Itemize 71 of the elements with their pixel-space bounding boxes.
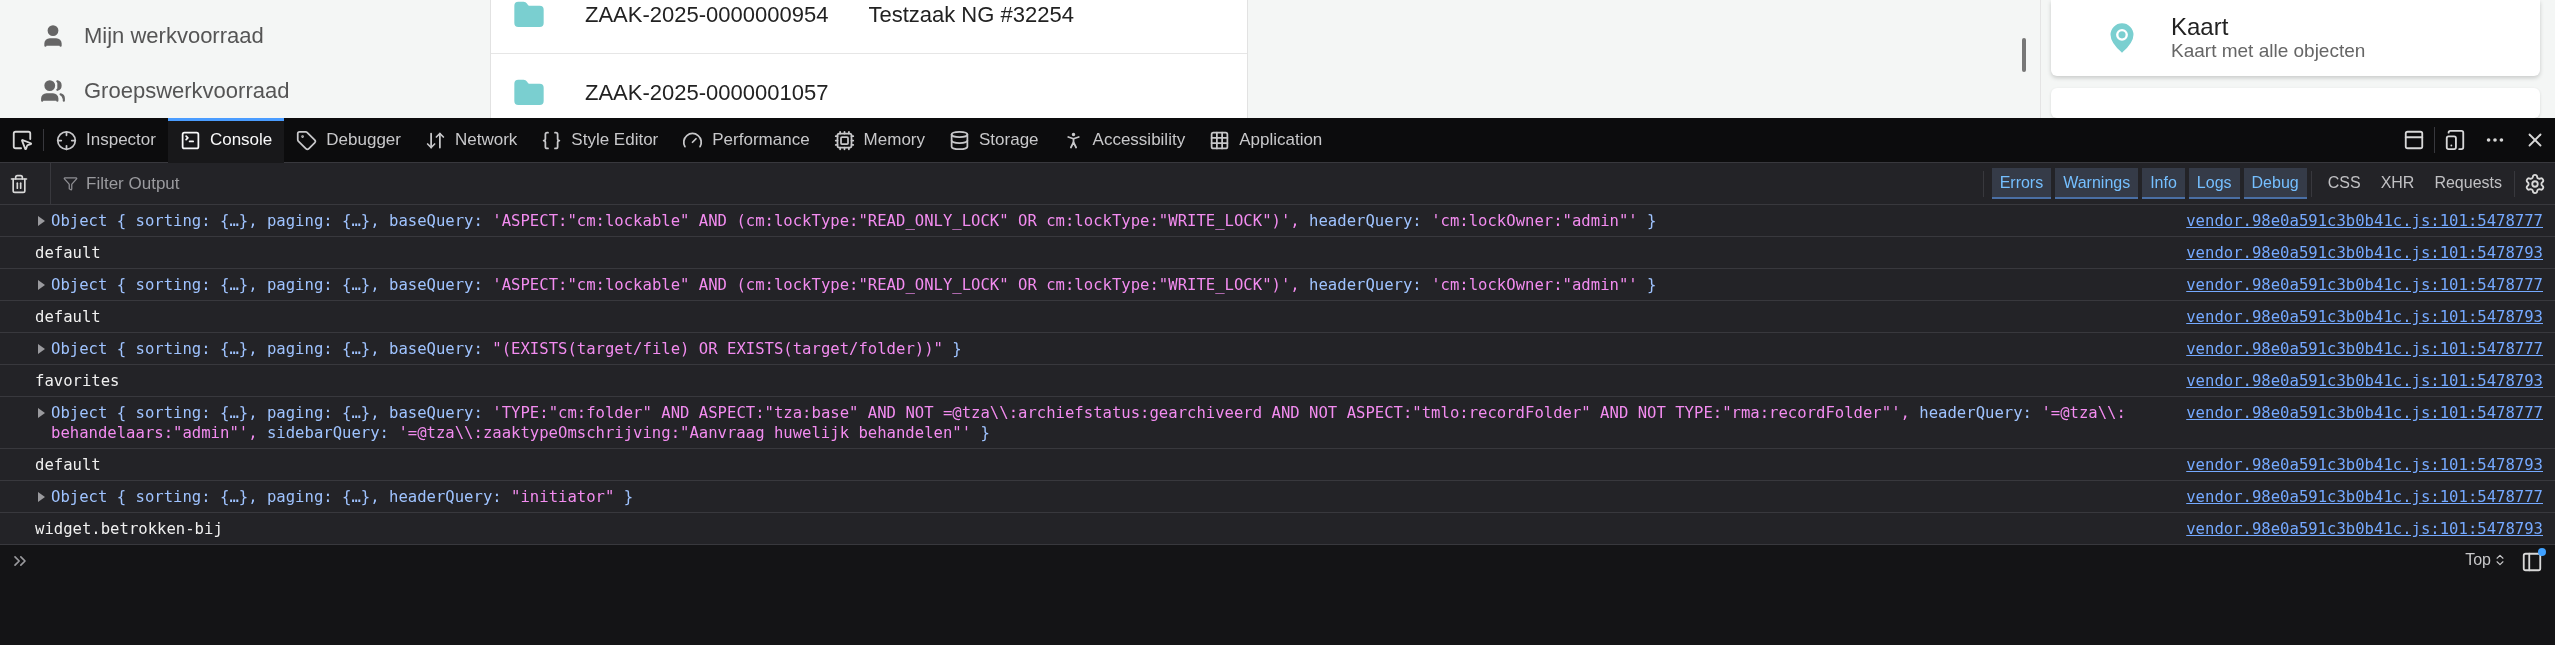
source-link[interactable]: vendor.98e0a591c3b0b41c.js:101:5478793 xyxy=(2186,519,2543,539)
expand-triangle-icon[interactable] xyxy=(38,408,45,418)
log-message: default xyxy=(35,243,101,263)
log-level-toggle[interactable]: Logs xyxy=(2188,168,2240,199)
source-link[interactable]: vendor.98e0a591c3b0b41c.js:101:5478793 xyxy=(2186,307,2543,327)
devtools-tab[interactable]: Style Editor xyxy=(529,117,671,163)
source-link[interactable]: vendor.98e0a591c3b0b41c.js:101:5478777 xyxy=(2186,211,2543,231)
sidebar-toggle[interactable] xyxy=(2521,551,2543,573)
sidebar-icon xyxy=(2521,551,2543,573)
devtools-tab[interactable]: Memory xyxy=(821,117,937,163)
devtools-tab[interactable]: Console xyxy=(167,117,285,163)
trash-icon[interactable] xyxy=(9,173,29,194)
log-message: favorites xyxy=(35,371,120,391)
expand-triangle-icon[interactable] xyxy=(38,216,45,226)
tab-icon xyxy=(179,129,201,151)
source-link[interactable]: vendor.98e0a591c3b0b41c.js:101:5478793 xyxy=(2186,455,2543,475)
element-picker-icon[interactable] xyxy=(10,129,33,151)
card-title: Kaart xyxy=(2171,14,2230,40)
category-toggle[interactable]: Requests xyxy=(2426,168,2510,199)
settings-icon[interactable] xyxy=(2524,172,2546,195)
log-level-toggle[interactable]: Errors xyxy=(1991,168,2052,199)
tab-icon xyxy=(949,129,970,151)
log-object: Object { sorting: {…}, paging: {…}, baseQuery: "(EXISTS(target/file) OR EXISTS(target/folder))" } xyxy=(51,339,963,359)
filter-icon xyxy=(63,176,78,191)
log-level-toggle[interactable]: Debug xyxy=(2243,168,2307,199)
source-link[interactable]: vendor.98e0a591c3b0b41c.js:101:5478793 xyxy=(2186,243,2543,263)
dock-layout-icon[interactable] xyxy=(2403,129,2425,151)
tab-icon xyxy=(1209,129,1231,151)
devtools-tab[interactable]: Accessibility xyxy=(1050,117,1198,163)
context-selector[interactable]: Top xyxy=(2465,551,2507,569)
people-icon xyxy=(40,77,66,104)
category-toggle[interactable]: XHR xyxy=(2372,168,2423,199)
source-link[interactable]: vendor.98e0a591c3b0b41c.js:101:5478777 xyxy=(2186,403,2543,423)
log-message: default xyxy=(35,307,101,327)
devtools-tab[interactable]: Debugger xyxy=(284,117,413,163)
source-link[interactable]: vendor.98e0a591c3b0b41c.js:101:5478793 xyxy=(2186,371,2543,391)
devtools-tab[interactable]: Performance xyxy=(670,117,822,163)
expand-triangle-icon[interactable] xyxy=(38,344,45,354)
scrollbar[interactable] xyxy=(2022,38,2026,72)
card-subtitle: Kaart met alle objecten xyxy=(2171,40,2366,62)
log-object: Object { sorting: {…}, paging: {…}, headerQuery: "initiator" } xyxy=(51,487,635,507)
case-number[interactable]: ZAAK-2025-0000000954 xyxy=(585,1,829,28)
notification-dot xyxy=(2538,548,2546,556)
log-message: widget.betrokken-bij xyxy=(35,519,223,539)
expand-triangle-icon[interactable] xyxy=(38,492,45,502)
case-number[interactable]: ZAAK-2025-0000001057 xyxy=(585,79,829,106)
log-object: Object { sorting: {…}, paging: {…}, baseQuery: 'ASPECT:"cm:lockable" AND (cm:lockType:"READ_ONLY_LOCK" OR cm:lockType:"WRITE_LOCK")', headerQuery: 'cm:lockOwner:"admin"' } xyxy=(51,275,1658,295)
log-level-toggle[interactable]: Info xyxy=(2142,168,2185,199)
expand-triangle-icon[interactable] xyxy=(38,280,45,290)
tab-icon xyxy=(296,129,318,151)
sidebar-item[interactable]: Groepswerkvoorraad xyxy=(40,63,480,118)
map-card[interactable]: Kaart Kaart met alle objecten xyxy=(2051,0,2540,76)
case-title: Testzaak NG #32254 xyxy=(868,1,1074,28)
source-link[interactable]: vendor.98e0a591c3b0b41c.js:101:5478777 xyxy=(2186,339,2543,359)
tab-icon xyxy=(541,129,563,151)
log-object: Object { sorting: {…}, paging: {…}, baseQuery: 'TYPE:"cm:folder" AND ASPECT:"tza:base" AND NOT =@tza\\:archiefstatus:gearchiveerd AND NOT ASPECT:"tmlo:recordFolder" AND NOT TYPE:"rma:recordFolder"', headerQuery: '=@tza\\:behandelaars:"admin"', sidebarQuery: '=@tza\\:zaaktypeOmschrijving:"Aanvraag huwelijk behandelen"' } xyxy=(51,403,2127,443)
log-object: Object { sorting: {…}, paging: {…}, baseQuery: 'ASPECT:"cm:lockable" AND (cm:lockType:"READ_ONLY_LOCK" OR cm:lockType:"WRITE_LOCK")', headerQuery: 'cm:lockOwner:"admin"' } xyxy=(51,211,1658,231)
filter-field[interactable]: Filter Output xyxy=(84,172,584,195)
devtools-tab[interactable]: Application xyxy=(1197,117,1335,163)
devtools-tab[interactable]: Storage xyxy=(937,117,1051,163)
log-level-toggle[interactable]: Warnings xyxy=(2055,168,2139,199)
category-toggle[interactable]: CSS xyxy=(2319,168,2369,199)
source-link[interactable]: vendor.98e0a591c3b0b41c.js:101:5478777 xyxy=(2186,275,2543,295)
responsive-design-icon[interactable] xyxy=(2444,129,2466,151)
devtools-tab[interactable]: Inspector xyxy=(44,117,168,163)
devtools-tab[interactable]: Network xyxy=(413,117,530,163)
tab-icon xyxy=(833,129,855,151)
source-link[interactable]: vendor.98e0a591c3b0b41c.js:101:5478777 xyxy=(2186,487,2543,507)
sidebar-item[interactable]: Mijn werkvoorraad xyxy=(40,8,480,63)
tab-icon xyxy=(56,129,77,151)
log-message: default xyxy=(35,455,101,475)
